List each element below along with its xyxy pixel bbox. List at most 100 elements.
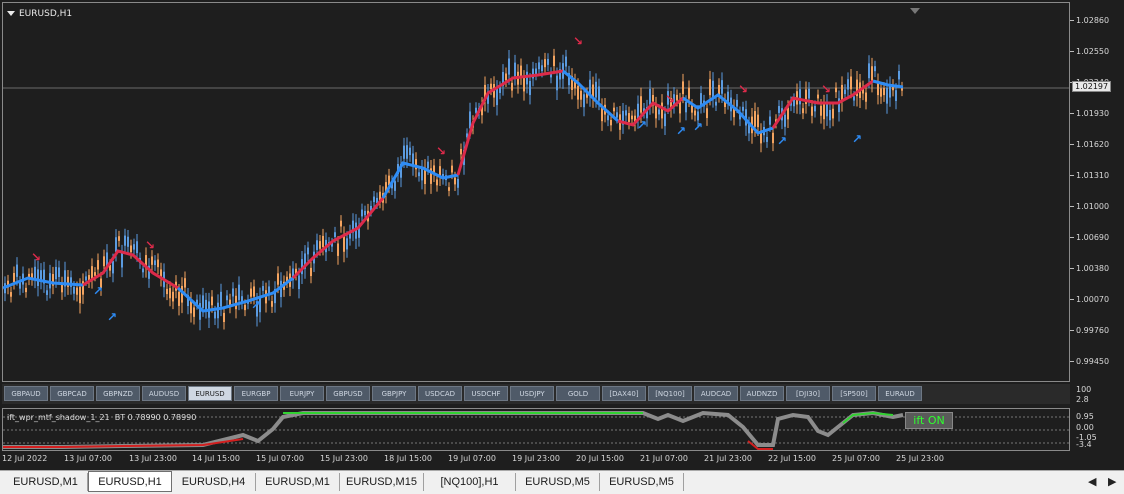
chart-tab-1[interactable]: EURUSD,H1 xyxy=(88,471,172,492)
candle-body xyxy=(547,58,549,65)
candle-body xyxy=(85,276,87,281)
candle-body xyxy=(784,114,786,127)
price-tick xyxy=(1070,113,1074,114)
candle-body xyxy=(544,59,546,68)
ma-segment xyxy=(456,69,564,176)
candle-body xyxy=(373,196,375,203)
candle-body xyxy=(658,109,660,115)
candle-body xyxy=(118,236,120,241)
signal-arrow-icon: ↗ xyxy=(637,118,647,132)
candle-body xyxy=(841,84,843,102)
main-chart[interactable]: EURUSD,H1 ↘ ↗ ↗ ↘ ↗ ↘ ↘ ↗ ↘ ↗ ↗ ↘ ↗ ↘ ↗ xyxy=(2,2,1070,382)
indicator-axis-label: 0.95 xyxy=(1076,412,1094,421)
candle-body xyxy=(832,108,834,119)
chart-tab-4[interactable]: EURUSD,M15 xyxy=(340,473,424,491)
time-label: 25 Jul 23:00 xyxy=(896,454,944,463)
symbol-button-usdchf[interactable]: USDCHF xyxy=(464,386,508,401)
symbol-button-eurgbp[interactable]: EURGBP xyxy=(234,386,278,401)
symbol-button-gbpnzd[interactable]: GBPNZD xyxy=(96,386,140,401)
current-price-label: 1.02197 xyxy=(1072,81,1112,92)
candle-body xyxy=(46,290,48,295)
candle-body xyxy=(685,102,687,113)
candle-body xyxy=(523,77,525,92)
candle-body xyxy=(223,312,225,323)
price-label: 1.01310 xyxy=(1076,171,1110,180)
symbol-button-usdjpy[interactable]: USDJPY xyxy=(510,386,554,401)
ift-toggle-button[interactable]: ift ON xyxy=(905,412,953,429)
candle-body xyxy=(718,84,720,95)
candle-body xyxy=(226,295,228,301)
price-label: 0.99760 xyxy=(1076,326,1110,335)
time-label: 13 Jul 07:00 xyxy=(64,454,112,463)
candle-body xyxy=(202,295,204,308)
symbol-button-audnzd[interactable]: AUDNZD xyxy=(740,386,784,401)
time-label: 13 Jul 23:00 xyxy=(129,454,177,463)
candle-body xyxy=(460,148,462,155)
candle-body xyxy=(232,288,234,297)
candle-body xyxy=(715,101,717,106)
price-label: 0.99450 xyxy=(1076,357,1110,366)
candle-body xyxy=(682,81,684,95)
price-tick xyxy=(1070,206,1074,207)
chart-tab-2[interactable]: EURUSD,H4 xyxy=(172,473,256,491)
symbol-button-nq100[interactable]: [NQ100] xyxy=(648,386,692,401)
candle-body xyxy=(451,165,453,173)
price-tick xyxy=(1070,237,1074,238)
price-label: 1.00690 xyxy=(1076,233,1110,242)
candle-body xyxy=(157,259,159,268)
tab-scroll-right-icon[interactable]: ▶ xyxy=(1108,475,1116,488)
time-label: 19 Jul 23:00 xyxy=(512,454,560,463)
chart-tab-7[interactable]: EURUSD,M5 xyxy=(600,473,684,491)
price-tick xyxy=(1070,330,1074,331)
candle-body xyxy=(253,286,255,297)
candle-body xyxy=(520,65,522,77)
symbol-button-gbpjpy[interactable]: GBPJPY xyxy=(372,386,416,401)
candle-body xyxy=(166,288,168,295)
candle-body xyxy=(595,81,597,98)
symbol-button-gbpusd[interactable]: GBPUSD xyxy=(326,386,370,401)
indicator-panel[interactable]: ift_wpr_mtf_shadow_1_21 BT 0.78990 0.789… xyxy=(2,408,1070,451)
candle-body xyxy=(250,288,252,297)
candle-body xyxy=(448,187,450,191)
candle-body xyxy=(808,88,810,99)
candle-body xyxy=(769,116,771,125)
time-label: 21 Jul 07:00 xyxy=(640,454,688,463)
symbol-button-usdcad[interactable]: USDCAD xyxy=(418,386,462,401)
symbol-button-dax40[interactable]: [DAX40] xyxy=(602,386,646,401)
candle-body xyxy=(631,115,633,120)
time-label: 19 Jul 07:00 xyxy=(448,454,496,463)
candle-body xyxy=(508,58,510,75)
time-label: 15 Jul 23:00 xyxy=(320,454,368,463)
candle-body xyxy=(214,311,216,319)
symbol-button-eurusd[interactable]: EURUSD xyxy=(188,386,232,401)
symbol-button-euraud[interactable]: EURAUD xyxy=(878,386,922,401)
candle-body xyxy=(154,260,156,266)
candle-body xyxy=(898,70,900,80)
symbol-bar: GBPAUD GBPCAD GBPNZD AUDUSD EURUSD EURGBP EURJ… xyxy=(2,384,1070,404)
candle-body xyxy=(25,287,27,293)
symbol-button-dji30[interactable]: [DJI30] xyxy=(786,386,830,401)
signal-arrow-icon: ↗ xyxy=(93,284,103,298)
symbol-button-audcad[interactable]: AUDCAD xyxy=(694,386,738,401)
candle-body xyxy=(343,235,345,252)
chart-tab-3[interactable]: EURUSD,M1 xyxy=(256,473,340,491)
candle-body xyxy=(553,55,555,67)
candle-body xyxy=(262,286,264,291)
symbol-button-sp500[interactable]: [SP500] xyxy=(832,386,876,401)
candle-body xyxy=(220,291,222,307)
tab-scroll-left-icon[interactable]: ◀ xyxy=(1088,475,1096,488)
candle-body xyxy=(529,80,531,95)
candle-body xyxy=(490,83,492,90)
chart-tab-5[interactable]: [NQ100],H1 xyxy=(424,473,516,491)
symbol-button-eurjpy[interactable]: EURJPY xyxy=(280,386,324,401)
candle-body xyxy=(580,90,582,100)
candle-body xyxy=(475,107,477,113)
chart-tab-0[interactable]: EURUSD,M1 xyxy=(4,473,88,491)
symbol-button-audusd[interactable]: AUDUSD xyxy=(142,386,186,401)
symbol-button-gold[interactable]: GOLD xyxy=(556,386,600,401)
symbol-button-gbpcad[interactable]: GBPCAD xyxy=(50,386,94,401)
candle-body xyxy=(130,245,132,253)
chart-tab-6[interactable]: EURUSD,M5 xyxy=(516,473,600,491)
candle-body xyxy=(97,260,99,270)
symbol-button-gbpaud[interactable]: GBPAUD xyxy=(4,386,48,401)
